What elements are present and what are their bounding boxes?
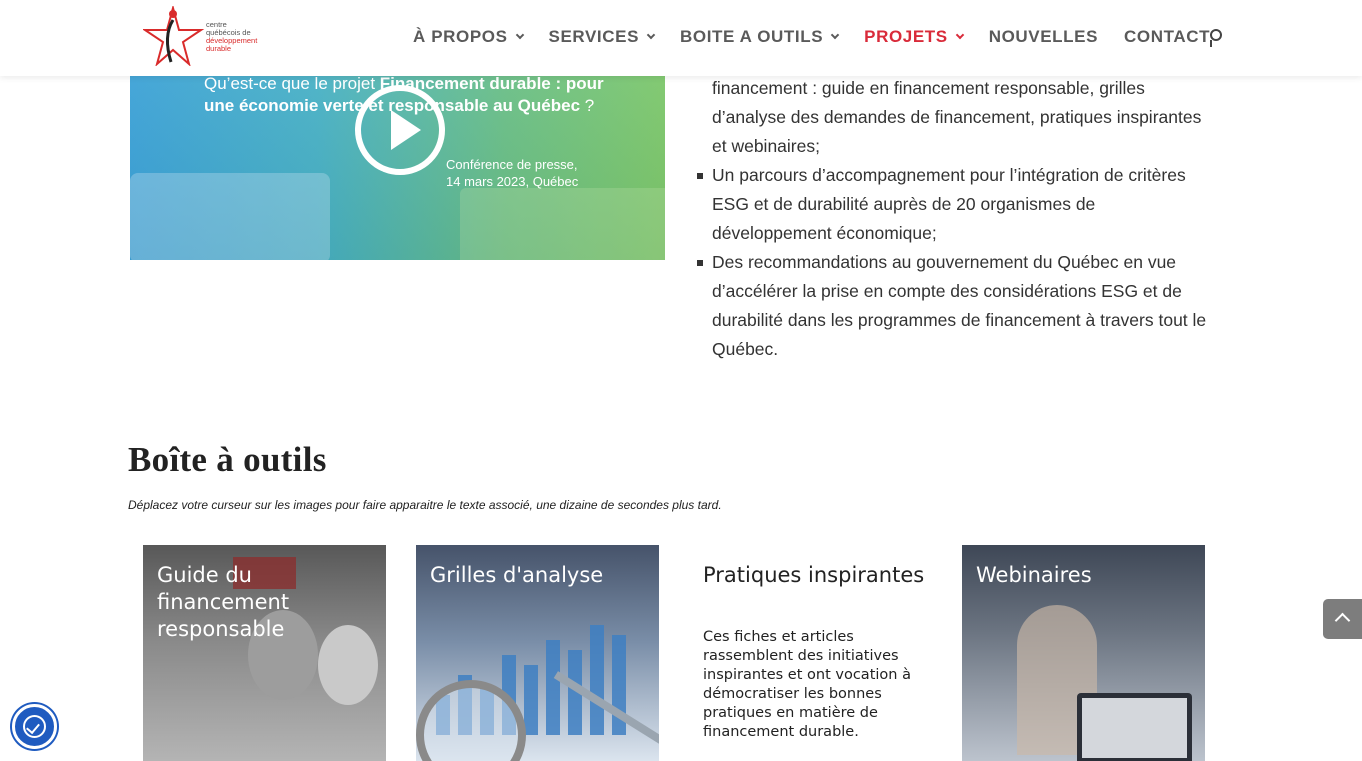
nav-item-services[interactable]: SERVICES — [548, 26, 656, 48]
card-webinaires[interactable]: Webinaires — [962, 545, 1205, 761]
nav-item-boite-a-outils[interactable]: BOITE A OUTILS — [680, 26, 840, 48]
nav-label: À PROPOS — [413, 27, 508, 46]
card-title: Guide du financement responsable — [157, 563, 290, 641]
chevron-down-icon — [515, 30, 524, 40]
nav-item-a-propos[interactable]: À PROPOS — [413, 26, 524, 48]
list-item: financement : guide en financement respo… — [712, 78, 1202, 156]
video-subtitle-line: 14 mars 2023, Québec — [446, 174, 579, 189]
chevron-up-icon — [1334, 612, 1351, 629]
nav-label: PROJETS — [864, 27, 948, 46]
nav-item-nouvelles[interactable]: NOUVELLES — [989, 26, 1098, 48]
chevron-down-icon — [955, 30, 964, 40]
bullet-icon — [697, 173, 703, 179]
logo-line: durable — [206, 44, 232, 53]
video-subtitle: Conférence de presse, 14 mars 2023, Québ… — [446, 156, 646, 190]
video-subtitle-line: Conférence de presse, — [446, 157, 578, 172]
accessibility-button[interactable] — [12, 704, 57, 749]
card-title: Grilles d'analyse — [430, 563, 604, 587]
bullet-icon — [697, 260, 703, 266]
section-note: Déplacez votre curseur sur les images po… — [128, 498, 722, 512]
card-title: Webinaires — [976, 563, 1092, 587]
search-icon[interactable] — [1208, 28, 1226, 47]
play-icon[interactable] — [355, 85, 445, 175]
list-item-text: Un parcours d’accompagnement pour l’inté… — [712, 165, 1186, 243]
nav-label: CONTACT — [1124, 27, 1211, 46]
video-title-suffix: ? — [580, 96, 595, 115]
site-header: centre québécois de développement durabl… — [0, 0, 1362, 76]
nav-item-projets[interactable]: PROJETS — [864, 26, 964, 48]
chevron-down-icon — [830, 30, 840, 40]
section-title: Boîte à outils — [128, 440, 327, 479]
project-deliverables-list: financement : guide en financement respo… — [697, 74, 1207, 364]
chevron-down-icon — [646, 30, 656, 40]
nav-label: BOITE A OUTILS — [680, 27, 824, 46]
laptop-image — [1077, 693, 1192, 761]
nav-label: NOUVELLES — [988, 27, 1099, 46]
logo-star-icon — [143, 6, 205, 66]
main-nav: À PROPOS SERVICES BOITE A OUTILS PROJETS… — [413, 26, 1236, 48]
list-item: Un parcours d’accompagnement pour l’inté… — [697, 161, 1207, 248]
card-guide-financement[interactable]: Guide du financement responsable — [143, 545, 386, 761]
card-title: Pratiques inspirantes — [703, 563, 925, 587]
list-item-text: Des recommandations au gouvernement du Q… — [712, 252, 1207, 359]
card-pratiques-inspirantes[interactable]: Pratiques inspirantes Ces fiches et arti… — [689, 545, 932, 761]
site-logo[interactable]: centre québécois de développement durabl… — [143, 6, 265, 66]
list-item: Des recommandations au gouvernement du Q… — [697, 248, 1207, 364]
card-grilles-analyse[interactable]: Grilles d'analyse — [416, 545, 659, 761]
nav-label: SERVICES — [548, 27, 640, 46]
card-body: Ces fiches et articles rassemblent des i… — [703, 629, 911, 740]
video-title-prefix: Qu’est-ce que le projet — [204, 74, 380, 93]
nav-item-contact[interactable]: CONTACT — [1124, 26, 1210, 48]
back-to-top-button[interactable] — [1323, 599, 1362, 639]
logo-text: centre québécois de développement durabl… — [206, 21, 257, 53]
